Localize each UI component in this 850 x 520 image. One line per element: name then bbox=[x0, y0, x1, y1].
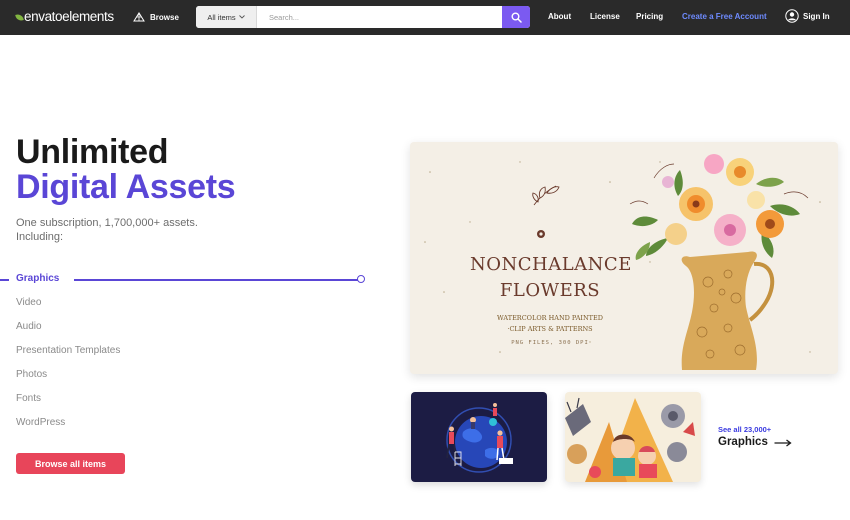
browse-icon bbox=[133, 12, 145, 22]
category-photos[interactable]: Photos bbox=[16, 368, 47, 382]
user-icon bbox=[785, 9, 799, 23]
forest-illustration bbox=[565, 397, 695, 482]
leaf-icon bbox=[15, 13, 24, 22]
active-category-marker bbox=[0, 279, 9, 281]
category-graphics[interactable]: Graphics bbox=[16, 272, 59, 286]
sign-in-button[interactable]: Sign In bbox=[785, 9, 830, 23]
hero-headline-line2: Digital Assets bbox=[16, 168, 236, 206]
search-category-label: All items bbox=[207, 12, 236, 22]
category-fonts[interactable]: Fonts bbox=[16, 392, 41, 406]
hero-headline-line1: Unlimited bbox=[16, 133, 169, 171]
nav-link-pricing[interactable]: Pricing bbox=[636, 12, 663, 22]
top-navbar: envatoelements Browse All items About Li… bbox=[0, 0, 850, 35]
search-button[interactable] bbox=[502, 6, 530, 28]
category-audio[interactable]: Audio bbox=[16, 320, 42, 334]
feature-title-line1: NONCHALANCE bbox=[470, 254, 632, 275]
nav-link-license[interactable]: License bbox=[590, 12, 620, 22]
see-all-category: Graphics bbox=[718, 436, 768, 448]
globe-illustration bbox=[446, 403, 513, 473]
search-input[interactable] bbox=[257, 6, 502, 28]
nav-link-about[interactable]: About bbox=[548, 12, 571, 22]
feature-title-line2: FLOWERS bbox=[499, 280, 601, 301]
logo-text: envatoelements bbox=[24, 9, 114, 24]
browse-label: Browse bbox=[150, 12, 179, 22]
feature-subtitle-line1: WATERCOLOR HAND PAINTED bbox=[497, 314, 603, 322]
category-wordpress[interactable]: WordPress bbox=[16, 416, 65, 430]
search-icon bbox=[511, 12, 522, 23]
category-presentation-templates[interactable]: Presentation Templates bbox=[16, 344, 120, 358]
hero-subtext: One subscription, 1,700,000+ assets. Inc… bbox=[16, 217, 198, 243]
browse-menu-button[interactable]: Browse bbox=[133, 10, 179, 24]
search-category-dropdown[interactable]: All items bbox=[196, 6, 257, 28]
search-bar: All items bbox=[196, 6, 530, 28]
see-all-category-row: Graphics bbox=[718, 435, 792, 450]
graphic-thumbnail-globe[interactable] bbox=[411, 392, 547, 482]
arrow-right-icon bbox=[774, 438, 792, 447]
active-category-dot bbox=[357, 275, 365, 283]
featured-graphic-card[interactable]: NONCHALANCE FLOWERS WATERCOLOR HAND PAIN… bbox=[410, 142, 838, 374]
feature-subtitle-line2: ·CLIP ARTS & PATTERNS bbox=[507, 325, 593, 333]
envato-elements-logo[interactable]: envatoelements bbox=[15, 9, 114, 24]
chevron-down-icon bbox=[238, 15, 245, 19]
browse-all-items-button[interactable]: Browse all items bbox=[16, 453, 125, 474]
graphic-thumbnail-forest[interactable] bbox=[565, 392, 701, 482]
create-account-link[interactable]: Create a Free Account bbox=[682, 12, 767, 22]
sign-in-label: Sign In bbox=[803, 11, 830, 21]
active-category-line bbox=[74, 279, 358, 281]
category-video[interactable]: Video bbox=[16, 296, 41, 310]
see-all-graphics-link[interactable]: See all 23,000+ Graphics bbox=[718, 425, 792, 450]
feature-meta: PNG FILES, 300 DPI bbox=[511, 340, 589, 346]
see-all-count: See all 23,000+ bbox=[718, 425, 772, 434]
